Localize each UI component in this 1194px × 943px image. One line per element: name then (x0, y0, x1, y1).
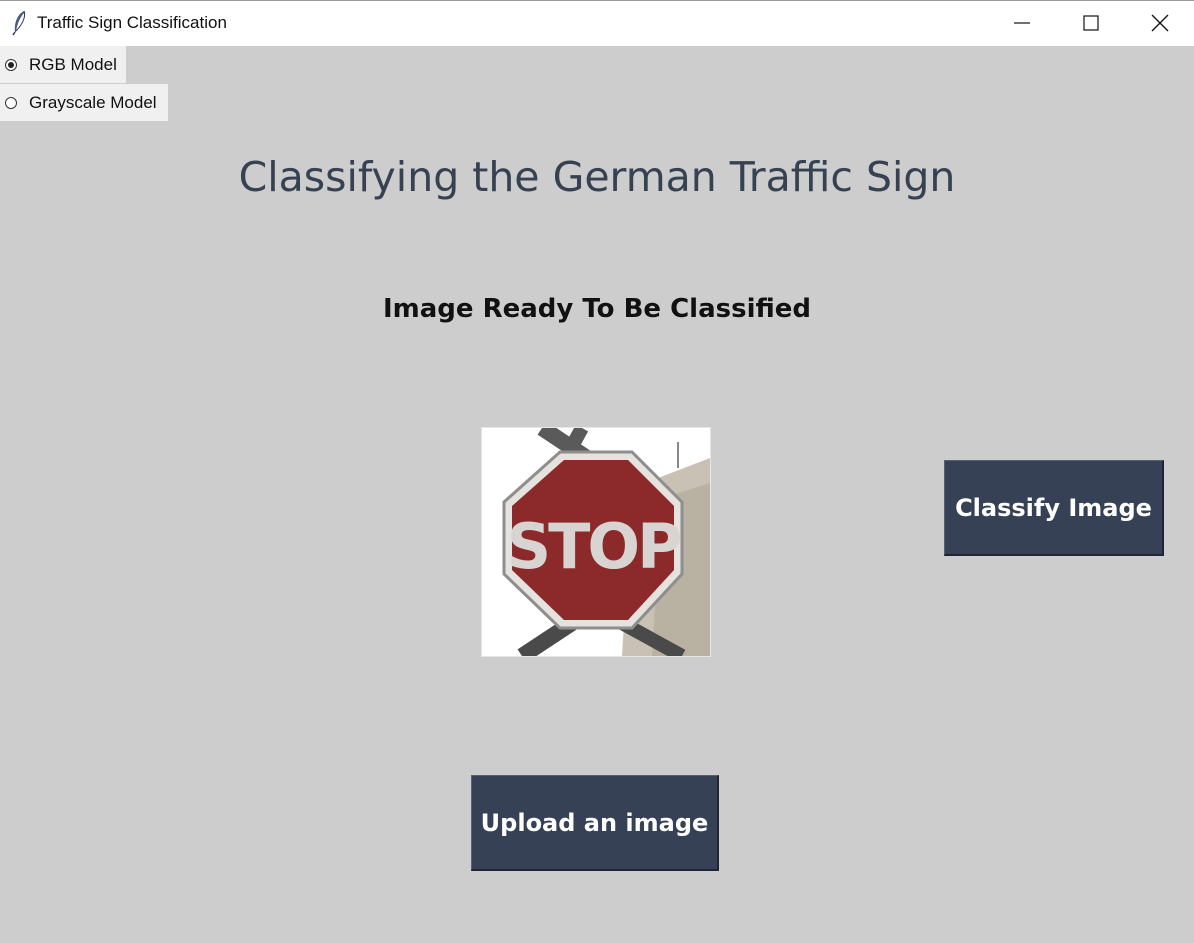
status-label: Image Ready To Be Classified (382, 294, 812, 324)
upload-image-button[interactable]: Upload an image (471, 775, 719, 871)
maximize-button[interactable] (1057, 1, 1125, 46)
page-title: Classifying the German Traffic Sign (238, 153, 956, 201)
grayscale-model-label: Grayscale Model (29, 92, 157, 112)
minimize-button[interactable] (988, 1, 1056, 46)
radio-checked-icon (5, 58, 17, 71)
minimize-icon (1014, 22, 1030, 24)
close-icon (1151, 14, 1169, 32)
grayscale-model-radio[interactable]: Grayscale Model (0, 84, 168, 121)
radio-unchecked-icon (5, 96, 17, 109)
maximize-icon (1083, 15, 1099, 31)
feather-icon (10, 10, 28, 36)
rgb-model-radio[interactable]: RGB Model (0, 46, 126, 83)
close-button[interactable] (1126, 1, 1194, 46)
window-title: Traffic Sign Classification (37, 13, 227, 32)
classify-image-button[interactable]: Classify Image (944, 460, 1164, 556)
stop-sign-text: STOP (506, 510, 680, 583)
uploaded-sign-image: STOP (481, 427, 711, 657)
title-bar: Traffic Sign Classification (0, 0, 1194, 46)
rgb-model-label: RGB Model (29, 54, 117, 74)
